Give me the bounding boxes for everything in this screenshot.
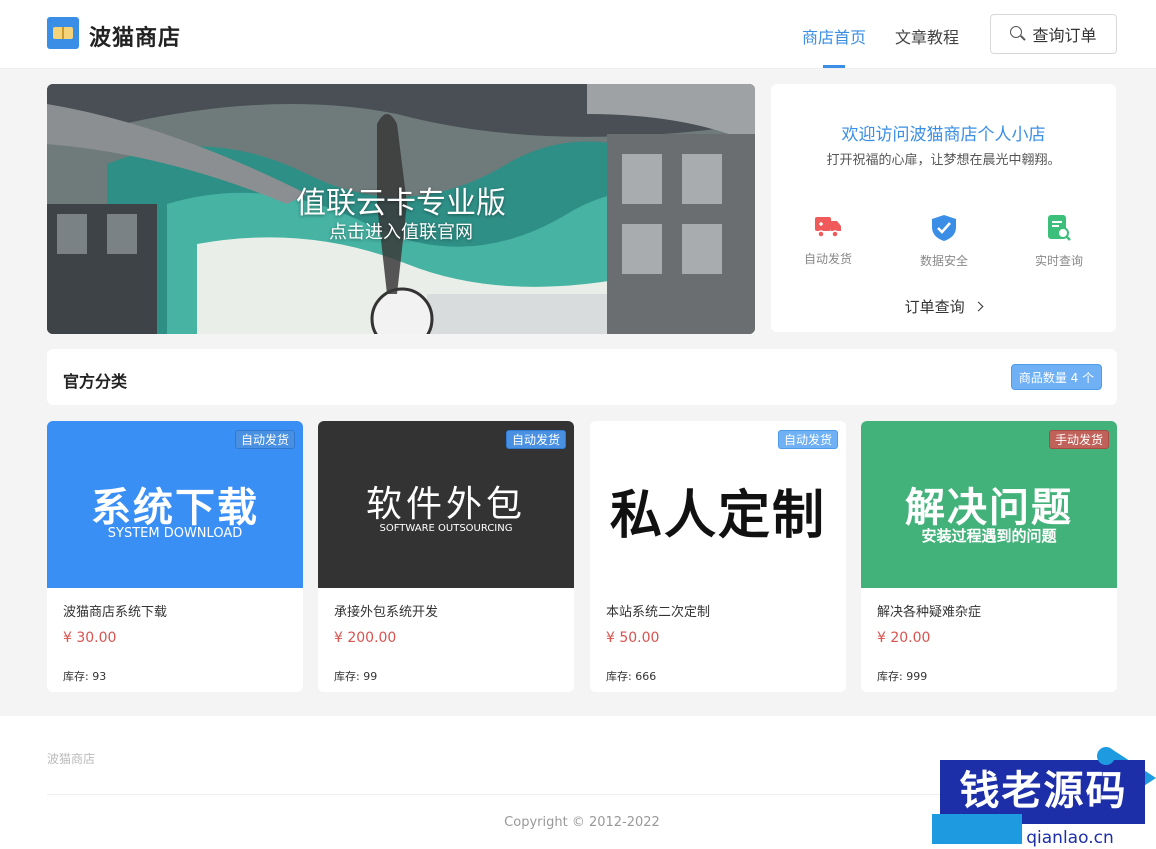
delivery-badge: 手动发货 [1048,430,1109,449]
thumbnail-title: 软件外包 [365,484,526,525]
banner-title: 值联云卡专业版 [296,186,506,221]
product-price: ¥ 20.00 [877,630,931,646]
product-thumbnail[interactable]: 软件外包 SOFTWARE OUTSOURCING 自动发货 [318,421,574,588]
order-query-link[interactable]: 订单查询 [771,296,1116,317]
product-name[interactable]: 承接外包系统开发 [334,601,438,620]
product-stock: 库存: 93 [63,670,107,683]
product-thumbnail[interactable]: 私人定制 自动发货 [590,421,846,588]
feature-label: 数据安全 [919,254,968,268]
product-stock: 库存: 999 [877,670,928,683]
thumbnail-subtitle: SYSTEM DOWNLOAD [107,526,243,541]
truck-icon [815,217,841,238]
thumbnail-subtitle: 安装过程遇到的问题 [921,527,1057,545]
brand-name[interactable]: 波猫商店 [89,20,181,52]
welcome-subtitle: 打开祝福的心扉，让梦想在晨光中翱翔。 [826,153,1061,168]
chevron-right-icon [973,301,984,312]
product-card[interactable]: 软件外包 SOFTWARE OUTSOURCING 自动发货 承接外包系统开发 … [318,421,574,692]
product-price: ¥ 50.00 [606,630,660,646]
feature-data-security: 数据安全 [904,214,984,269]
feature-label: 实时查询 [1034,254,1083,268]
product-price: ¥ 30.00 [63,630,117,646]
nav-item-home[interactable]: 商店首页 [802,24,866,48]
thumbnail-subtitle: SOFTWARE OUTSOURCING [379,523,513,534]
search-icon [1010,26,1026,42]
query-order-button[interactable]: 查询订单 [990,14,1117,54]
feature-auto-delivery: 自动发货 [788,214,868,267]
product-stock: 库存: 99 [334,670,378,683]
delivery-badge: 自动发货 [777,430,838,449]
welcome-card: 欢迎访问波猫商店个人小店 打开祝福的心扉，让梦想在晨光中翱翔。 自动发货 数据安… [771,84,1116,332]
banner-subtitle: 点击进入值联官网 [329,222,473,243]
nav-item-tutorials[interactable]: 文章教程 [895,24,959,48]
watermark-text: 钱老源码 [959,768,1128,814]
logo-icon[interactable] [47,17,79,49]
product-name[interactable]: 解决各种疑难杂症 [877,601,981,620]
product-thumbnail[interactable]: 系统下载 SYSTEM DOWNLOAD 自动发货 [47,421,303,588]
category-bar: 官方分类 商品数量 4 个 [47,349,1117,405]
product-stock: 库存: 666 [606,670,657,683]
query-order-label: 查询订单 [1032,28,1097,45]
nav-active-indicator [823,65,845,68]
category-title: 官方分类 [63,372,128,391]
document-search-icon [1048,215,1071,241]
thumbnail-title: 私人定制 [609,485,826,546]
product-card[interactable]: 系统下载 SYSTEM DOWNLOAD 自动发货 波猫商店系统下载 ¥ 30.… [47,421,303,692]
product-name[interactable]: 波猫商店系统下载 [63,601,167,620]
feature-label: 自动发货 [803,252,852,266]
product-price: ¥ 200.00 [334,630,397,646]
order-query-label: 订单查询 [904,298,965,316]
header: 波猫商店 商店首页 文章教程 查询订单 [0,0,1156,69]
feature-realtime-query: 实时查询 [1019,214,1099,269]
delivery-badge: 自动发货 [234,430,295,449]
thumbnail-title: 系统下载 [91,485,259,531]
delivery-badge: 自动发货 [505,430,566,449]
product-thumbnail[interactable]: 解决问题 安装过程遇到的问题 手动发货 [861,421,1117,588]
product-card[interactable]: 私人定制 自动发货 本站系统二次定制 ¥ 50.00 库存: 666 [590,421,846,692]
welcome-title: 欢迎访问波猫商店个人小店 [841,125,1046,145]
product-name[interactable]: 本站系统二次定制 [606,601,710,620]
footer-brand[interactable]: 波猫商店 [47,750,95,767]
watermark-url: qianlao.cn [1026,828,1114,848]
product-count-badge: 商品数量 4 个 [1011,364,1102,390]
product-card[interactable]: 解决问题 安装过程遇到的问题 手动发货 解决各种疑难杂症 ¥ 20.00 库存:… [861,421,1117,692]
shield-icon [932,215,956,241]
